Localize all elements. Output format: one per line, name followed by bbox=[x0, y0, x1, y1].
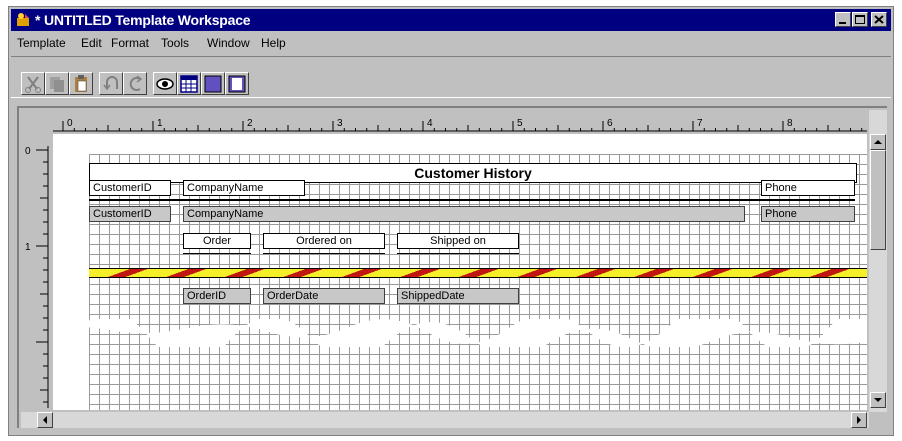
arrow-right-icon bbox=[857, 416, 861, 424]
menu-window[interactable]: Window bbox=[207, 36, 250, 50]
label-order[interactable]: Order bbox=[183, 233, 251, 249]
fill-icon bbox=[204, 75, 222, 93]
ruler-label-4: 4 bbox=[427, 118, 433, 129]
table-button[interactable] bbox=[177, 72, 201, 95]
torn-edge bbox=[53, 319, 867, 347]
ruler-label-7: 7 bbox=[697, 118, 703, 129]
scroll-down-button[interactable] bbox=[870, 392, 886, 408]
page-button[interactable] bbox=[225, 72, 249, 95]
vertical-scrollbar[interactable] bbox=[869, 110, 887, 412]
close-icon bbox=[874, 15, 884, 24]
ordered-on-underline bbox=[263, 253, 385, 254]
paste-icon bbox=[75, 75, 87, 92]
ruler-label-6: 6 bbox=[607, 118, 613, 129]
workspace: 0 1 2 3 4 5 6 7 8 0 1 Customer History C… bbox=[17, 106, 887, 428]
label-ordered-on[interactable]: Ordered on bbox=[263, 233, 385, 249]
redo-button[interactable] bbox=[123, 72, 147, 95]
menu-template[interactable]: Template bbox=[17, 36, 66, 50]
ruler-label-3: 3 bbox=[337, 118, 343, 129]
page-break-band[interactable] bbox=[89, 268, 867, 278]
field-phone[interactable]: Phone bbox=[761, 206, 855, 222]
scroll-left-button[interactable] bbox=[37, 412, 53, 428]
window-title: * UNTITLED Template Workspace bbox=[35, 12, 251, 28]
ruler-label-2: 2 bbox=[247, 118, 253, 129]
close-button[interactable] bbox=[871, 12, 887, 27]
label-phone[interactable]: Phone bbox=[761, 180, 855, 196]
preview-button[interactable] bbox=[153, 72, 177, 95]
preview-icon bbox=[156, 78, 174, 90]
arrow-left-icon bbox=[43, 416, 47, 424]
ruler-label-5: 5 bbox=[517, 118, 523, 129]
maximize-icon bbox=[855, 15, 865, 24]
field-company-name[interactable]: CompanyName bbox=[183, 206, 745, 222]
redo-icon bbox=[129, 75, 143, 91]
menu-tools[interactable]: Tools bbox=[161, 36, 189, 50]
field-order-date[interactable]: OrderDate bbox=[263, 288, 385, 304]
undo-icon bbox=[103, 76, 118, 91]
menu-edit[interactable]: Edit bbox=[81, 36, 102, 50]
ruler-label-8: 8 bbox=[787, 118, 793, 129]
maximize-button[interactable] bbox=[852, 12, 868, 27]
app-window: * UNTITLED Template Workspace Template E… bbox=[8, 6, 894, 436]
horizontal-scrollbar[interactable] bbox=[21, 412, 869, 428]
scroll-right-button[interactable] bbox=[851, 412, 867, 428]
arrow-down-icon bbox=[874, 398, 882, 402]
cut-button[interactable] bbox=[21, 72, 45, 95]
menu-help[interactable]: Help bbox=[261, 36, 286, 50]
menu-format[interactable]: Format bbox=[111, 36, 149, 50]
copy-button[interactable] bbox=[45, 72, 69, 95]
menu-bar: Template Edit Format Tools Window Help bbox=[11, 33, 891, 53]
page-icon bbox=[228, 75, 246, 93]
vruler-label-1: 1 bbox=[25, 242, 31, 253]
ruler-label-0: 0 bbox=[67, 118, 73, 129]
field-shipped-date[interactable]: ShippedDate bbox=[397, 288, 519, 304]
template-canvas[interactable]: Customer History CustomerID CompanyName … bbox=[53, 134, 867, 410]
label-customer-id[interactable]: CustomerID bbox=[89, 180, 171, 196]
paste-button[interactable] bbox=[69, 72, 93, 95]
app-icon[interactable] bbox=[15, 12, 31, 28]
toolbar bbox=[11, 56, 891, 98]
field-order-id[interactable]: OrderID bbox=[183, 288, 251, 304]
minimize-button[interactable] bbox=[835, 12, 851, 27]
cut-icon bbox=[25, 76, 41, 93]
order-underline bbox=[183, 253, 251, 254]
undo-button[interactable] bbox=[99, 72, 123, 95]
shipped-on-underline bbox=[397, 253, 519, 254]
fill-button[interactable] bbox=[201, 72, 225, 95]
title-bar[interactable]: * UNTITLED Template Workspace bbox=[11, 9, 891, 31]
label-shipped-on[interactable]: Shipped on bbox=[397, 233, 519, 249]
layout-grid[interactable]: Customer History CustomerID CompanyName … bbox=[53, 154, 867, 410]
ruler-label-1: 1 bbox=[157, 118, 163, 129]
vruler-label-0: 0 bbox=[25, 146, 31, 157]
vertical-scroll-thumb[interactable] bbox=[870, 150, 886, 250]
vertical-ruler: 0 1 bbox=[21, 146, 49, 408]
scroll-up-button[interactable] bbox=[870, 134, 886, 150]
field-customer-id[interactable]: CustomerID bbox=[89, 206, 171, 222]
table-icon bbox=[180, 75, 198, 93]
horizontal-ruler: 0 1 2 3 4 5 6 7 8 bbox=[53, 110, 867, 132]
arrow-up-icon bbox=[874, 140, 882, 144]
header-divider bbox=[89, 199, 855, 201]
copy-icon bbox=[50, 77, 64, 92]
minimize-icon bbox=[839, 22, 846, 24]
label-company-name[interactable]: CompanyName bbox=[183, 180, 305, 196]
